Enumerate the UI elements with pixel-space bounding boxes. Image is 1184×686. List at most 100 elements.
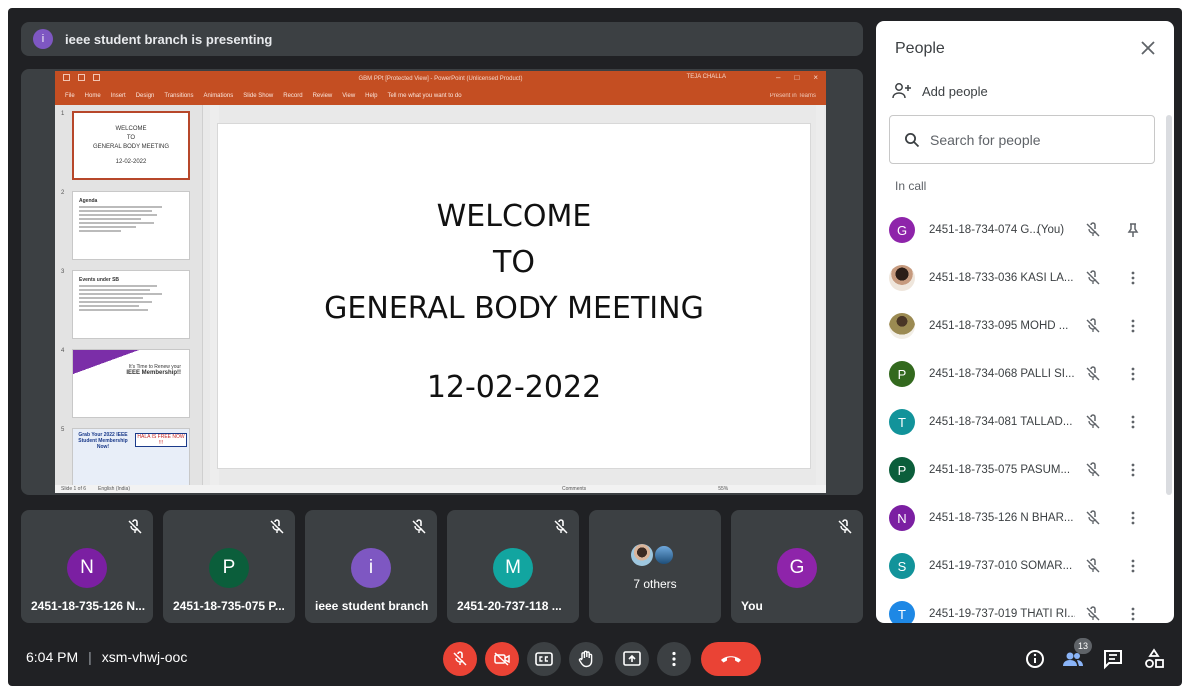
slide-thumbnail-5: Grab Your 2022 IEEE Student Membership N… <box>72 428 190 485</box>
ppt-workspace: 1 WELCOME TO GENERAL BODY MEETING 12-02-… <box>55 105 826 485</box>
mic-toggle-button[interactable] <box>443 642 477 676</box>
meet-window: i ieee student branch is presenting GBM … <box>8 8 1182 686</box>
pin-icon[interactable] <box>1125 222 1141 238</box>
thumb-text: WELCOME <box>115 126 147 132</box>
participant-avatar: N <box>889 505 915 531</box>
search-box <box>889 115 1155 164</box>
participant-row[interactable]: P 2451-18-735-075 PASUM... <box>889 446 1159 494</box>
mic-off-icon <box>1086 270 1100 285</box>
more-options-icon[interactable] <box>1125 558 1141 574</box>
camera-toggle-button[interactable] <box>485 642 519 676</box>
ppt-menu-home: Home <box>84 93 101 99</box>
presenter-avatar: i <box>33 29 53 49</box>
more-options-icon[interactable] <box>1125 270 1141 286</box>
more-options-icon[interactable] <box>1125 462 1141 478</box>
search-input[interactable] <box>930 131 1130 148</box>
more-options-button[interactable] <box>657 642 691 676</box>
leave-call-button[interactable] <box>701 642 761 676</box>
participant-avatar: T <box>889 601 915 623</box>
mic-off-icon <box>838 519 852 534</box>
raise-hand-button[interactable] <box>569 642 603 676</box>
participant-name: 2451-18-734-068 PALLI SI... <box>929 368 1075 380</box>
participant-name: ieee student branch <box>315 599 429 613</box>
chat-icon[interactable] <box>1100 646 1126 672</box>
slide-thumbnail-2: Agenda <box>72 191 190 260</box>
more-options-icon[interactable] <box>1125 510 1141 526</box>
participant-tile[interactable]: P 2451-18-735-075 P... <box>163 510 295 623</box>
mic-off-icon <box>1086 318 1100 333</box>
current-time: 6:04 PM <box>26 649 79 665</box>
ppt-menu-animations: Animations <box>203 93 234 99</box>
activities-icon[interactable] <box>1141 646 1167 672</box>
ppt-quick-access <box>63 74 100 81</box>
ppt-menu-review: Review <box>312 93 333 99</box>
thumb-text: Grab Your 2022 IEEE Student Membership N… <box>78 432 128 450</box>
present-icon <box>623 651 641 666</box>
ppt-menu-help: Help <box>365 93 378 99</box>
mic-off-icon <box>128 519 142 534</box>
participant-tile[interactable]: M 2451-20-737-118 ... <box>447 510 579 623</box>
participant-photo <box>631 544 653 566</box>
participant-avatar: P <box>889 361 915 387</box>
thumb-text: GENERAL BODY MEETING <box>92 144 170 150</box>
participant-avatar: M <box>493 548 533 588</box>
ppt-share: Present in Teams <box>769 93 816 99</box>
mic-off-icon <box>1086 462 1100 477</box>
participant-row[interactable]: G 2451-18-734-074 G... (You) <box>889 206 1159 254</box>
captions-button[interactable] <box>527 642 561 676</box>
hand-icon <box>578 650 593 668</box>
camera-off-icon <box>494 652 510 666</box>
you-label: (You) <box>1037 224 1065 236</box>
participant-name: 2451-19-737-019 THATI RI... <box>929 608 1075 620</box>
self-tile[interactable]: G You <box>731 510 863 623</box>
ppt-menu-slideshow: Slide Show <box>243 93 274 99</box>
participant-row[interactable]: T 2451-18-734-081 TALLAD... <box>889 398 1159 446</box>
participant-name: 2451-19-737-010 SOMAR... <box>929 560 1073 572</box>
participant-row[interactable]: 2451-18-733-036 KASI LA... <box>889 254 1159 302</box>
ppt-menu-design: Design <box>135 93 155 99</box>
add-people-button[interactable]: Add people <box>892 82 988 100</box>
info-icon[interactable] <box>1022 646 1048 672</box>
ppt-tell-me: Tell me what you want to do <box>387 93 462 99</box>
search-icon <box>905 132 920 147</box>
more-options-icon[interactable] <box>1125 414 1141 430</box>
participant-row[interactable]: S 2451-19-737-010 SOMAR... <box>889 542 1159 590</box>
participant-avatar: T <box>889 409 915 435</box>
present-screen-button[interactable] <box>615 642 649 676</box>
participant-tile[interactable]: N 2451-18-735-126 N... <box>21 510 153 623</box>
ppt-menu-insert: Insert <box>110 93 126 99</box>
thumb-title: Agenda <box>79 198 98 204</box>
participant-tile[interactable]: i ieee student branch <box>305 510 437 623</box>
participant-name: 2451-18-734-074 G... <box>929 224 1039 236</box>
thumb-text: 12-02-2022 <box>115 159 147 165</box>
ppt-window-title: GBM PPt [Protected View] - PowerPoint (U… <box>358 76 523 82</box>
more-options-icon[interactable] <box>1125 606 1141 622</box>
close-icon[interactable] <box>1138 38 1158 58</box>
slide-thumbnail-4: It's Time to Renew your IEEE Membership!… <box>72 349 190 418</box>
participant-name: 2451-18-735-126 N... <box>31 599 146 613</box>
presentation-tile[interactable]: GBM PPt [Protected View] - PowerPoint (U… <box>21 69 863 495</box>
slide-scrollbar[interactable] <box>816 105 824 485</box>
participant-row[interactable]: P 2451-18-734-068 PALLI SI... <box>889 350 1159 398</box>
participant-name: You <box>741 599 763 613</box>
thumb-text: IEEE Membership!! <box>126 370 181 376</box>
mic-off-icon <box>1086 510 1100 525</box>
participant-row[interactable]: T 2451-19-737-019 THATI RI... <box>889 590 1159 623</box>
participant-photo <box>889 265 915 291</box>
captions-icon <box>535 652 553 666</box>
slide-thumbnail-3: Events under SB <box>72 270 190 339</box>
participant-row[interactable]: 2451-18-733-095 MOHD ... <box>889 302 1159 350</box>
slide-date: 12-02-2022 <box>426 370 602 405</box>
mic-off-icon <box>1086 222 1100 237</box>
thumb-text: HALA IS FREE NOW !!! <box>135 433 187 447</box>
slide-line-2: TO <box>493 245 535 280</box>
panel-scrollbar[interactable] <box>1166 115 1172 495</box>
ppt-title-bar: GBM PPt [Protected View] - PowerPoint (U… <box>55 71 826 87</box>
others-tile[interactable]: 7 others <box>589 510 721 623</box>
participant-row[interactable]: N 2451-18-735-126 N BHAR... <box>889 494 1159 542</box>
thumb-text: TO <box>126 135 136 141</box>
more-options-icon[interactable] <box>1125 318 1141 334</box>
more-options-icon[interactable] <box>1125 366 1141 382</box>
slide-count: Slide 1 of 6 <box>61 486 87 492</box>
language: English (India) <box>98 486 130 492</box>
